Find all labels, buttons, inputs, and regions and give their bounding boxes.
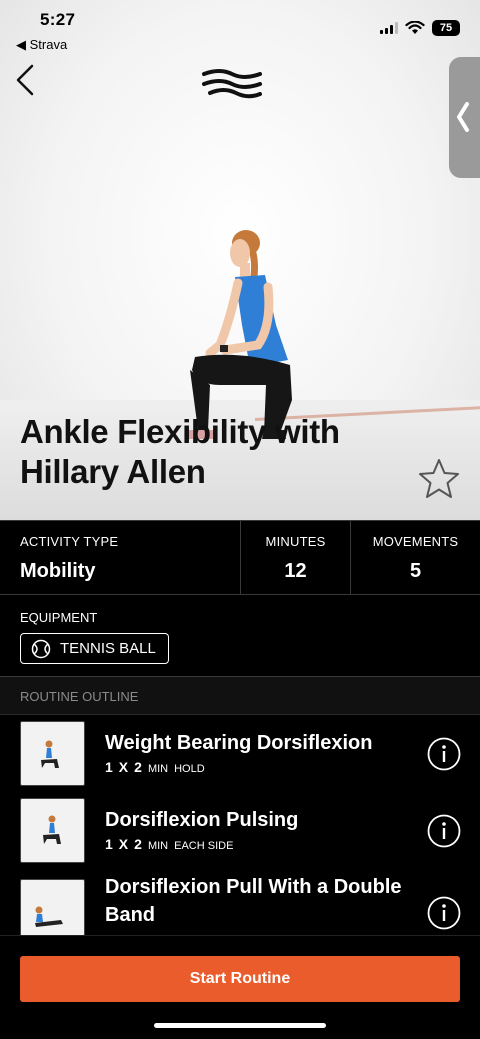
list-item[interactable]: Dorsiflexion Pulsing 1 X 2 MIN EACH SIDE (0, 792, 480, 870)
exercise-name: Weight Bearing Dorsiflexion (105, 732, 373, 754)
minutes-label: MINUTES (265, 534, 326, 549)
exercise-meta: 1 X 2 MIN HOLD (105, 759, 205, 775)
equipment-chip[interactable]: TENNIS BALL (20, 633, 169, 664)
favorite-star-icon[interactable] (416, 456, 462, 502)
workout-title: Ankle Flexibility with Hillary Allen (20, 413, 340, 490)
back-chevron-icon[interactable] (12, 62, 42, 98)
routine-list: Weight Bearing Dorsiflexion 1 X 2 MIN HO… (0, 715, 480, 935)
exercise-name: Dorsiflexion Pulsing (105, 809, 299, 831)
wifi-icon (405, 21, 425, 34)
exercise-thumbnail (20, 721, 85, 786)
info-icon[interactable] (427, 814, 461, 848)
home-indicator[interactable] (154, 1023, 326, 1028)
movements-value: 5 (409, 560, 422, 582)
exercise-thumbnail (20, 879, 85, 935)
activity-type-label: ACTIVITY TYPE (20, 534, 119, 549)
equipment-name: TENNIS BALL (60, 640, 156, 657)
info-icon[interactable] (427, 896, 461, 930)
movements-label: MOVEMENTS (372, 534, 459, 549)
bottom-action-bar: Start Routine (0, 935, 480, 1039)
list-item[interactable]: Dorsiflexion Pull With a Double Band (0, 869, 480, 935)
activity-type-stat: ACTIVITY TYPE Mobility (0, 521, 240, 594)
routine-outline-header: ROUTINE OUTLINE (0, 677, 480, 715)
equipment-label: EQUIPMENT (20, 610, 98, 625)
routine-outline-label: ROUTINE OUTLINE (20, 689, 139, 704)
list-item[interactable]: Weight Bearing Dorsiflexion 1 X 2 MIN HO… (0, 715, 480, 793)
status-icons: 75 (380, 20, 460, 36)
signal-icon (380, 22, 398, 34)
stats-row: ACTIVITY TYPE Mobility MINUTES 12 MOVEME… (0, 520, 480, 595)
minutes-value: 12 (284, 560, 307, 582)
chevron-left-icon (457, 102, 469, 132)
start-routine-button[interactable]: Start Routine (20, 956, 460, 1002)
exercise-thumbnail (20, 798, 85, 863)
minutes-stat: MINUTES 12 (240, 521, 350, 594)
movements-stat: MOVEMENTS 5 (350, 521, 480, 594)
battery-icon: 75 (432, 20, 460, 36)
brand-wave-logo (202, 69, 262, 99)
status-time: 5:27 (40, 10, 76, 29)
equipment-section: EQUIPMENT TENNIS BALL (0, 595, 480, 677)
hero-image: 5:27 ◀ Strava 75 Ankle Flexibility with … (0, 0, 480, 520)
back-to-app-link[interactable]: ◀ Strava (16, 37, 67, 53)
side-panel-tab[interactable] (449, 57, 480, 178)
activity-type-value: Mobility (20, 560, 96, 582)
tennis-ball-icon (31, 639, 51, 658)
exercise-meta: 1 X 2 MIN EACH SIDE (105, 836, 234, 852)
exercise-name: Dorsiflexion Pull With a Double Band (105, 876, 402, 926)
info-icon[interactable] (427, 737, 461, 771)
